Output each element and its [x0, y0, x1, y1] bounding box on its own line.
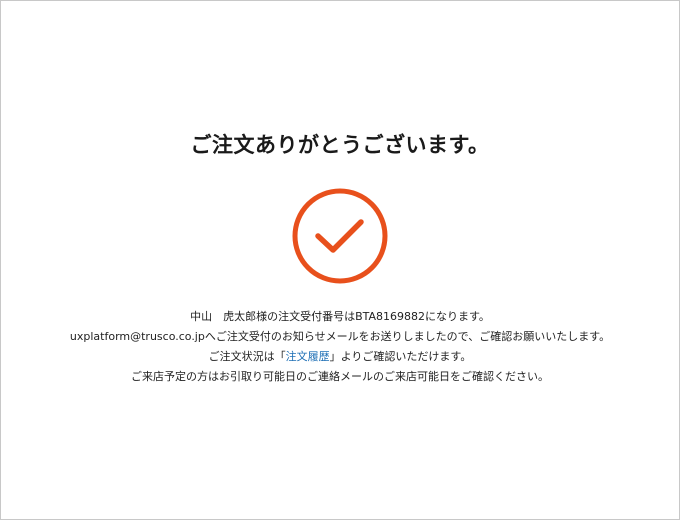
page-title: ご注文ありがとうございます。: [190, 133, 490, 157]
order-number-message: 中山 虎太郎様の注文受付番号はBTA8169882になります。: [190, 310, 490, 323]
check-circle-icon: [291, 187, 389, 285]
order-status-suffix: 」よりご確認いただけます。: [329, 350, 472, 363]
order-status-message: ご注文状況は「注文履歴」よりご確認いただけます。: [1, 347, 679, 367]
order-status-prefix: ご注文状況は「: [208, 350, 286, 363]
store-visit-message: ご来店予定の方はお引取り可能日のご連絡メールのご来店可能日をご確認ください。: [131, 370, 549, 383]
email-notice-message: uxplatform@trusco.co.jpへご注文受付のお知らせメールをお送…: [69, 330, 611, 343]
order-history-link[interactable]: 注文履歴: [286, 350, 330, 363]
confirmation-panel: ご注文ありがとうございます。 中山 虎太郎様の注文受付番号はBTA8169882…: [0, 0, 680, 520]
confirmation-messages: 中山 虎太郎様の注文受付番号はBTA8169882になります。 uxplatfo…: [1, 307, 679, 387]
